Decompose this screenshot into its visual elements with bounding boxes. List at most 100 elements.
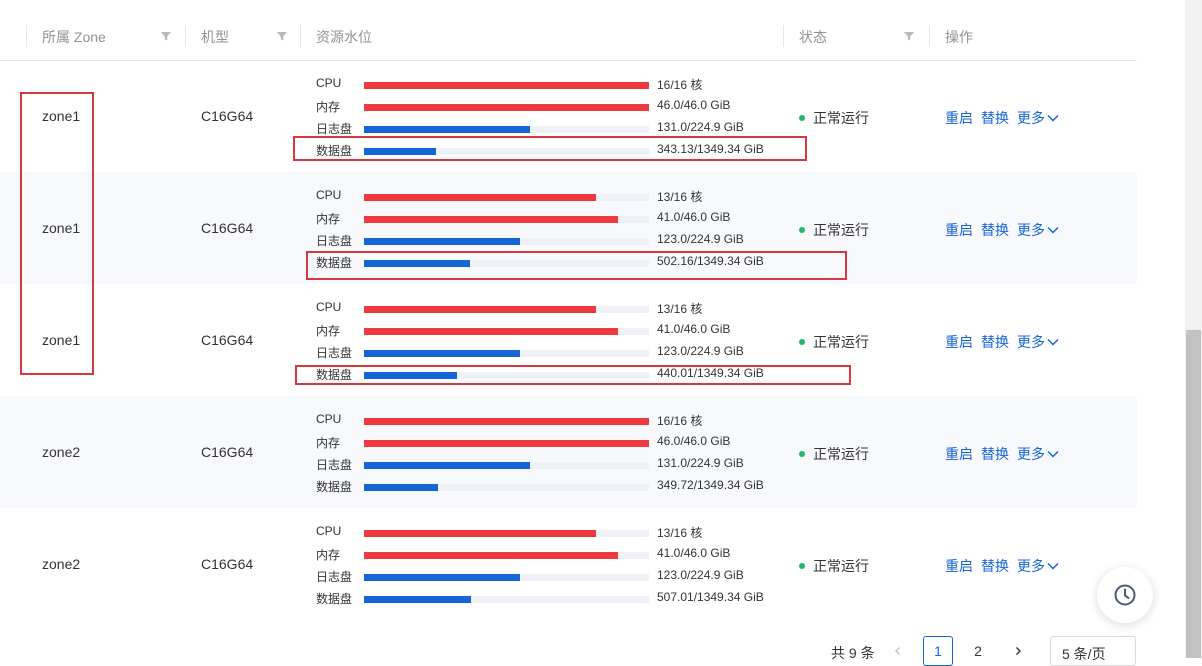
- usage-bar-track: [364, 350, 649, 357]
- chevron-down-icon: [1047, 226, 1059, 234]
- usage-bar-fill: [364, 194, 596, 201]
- more-dropdown[interactable]: 更多: [1017, 444, 1059, 464]
- restart-link[interactable]: 重启: [945, 444, 973, 464]
- resource-label: 内存: [316, 324, 341, 338]
- model-cell: C16G64: [201, 220, 254, 236]
- restart-link[interactable]: 重启: [945, 332, 973, 352]
- status-text: 正常运行: [813, 446, 869, 462]
- resource-label: 日志盘: [316, 570, 353, 584]
- usage-bar-fill: [364, 238, 520, 245]
- resource-line: 日志盘 123.0/224.9 GiB: [316, 566, 776, 586]
- resource-value: 13/16 核: [657, 190, 703, 204]
- usage-bar-fill: [364, 418, 649, 425]
- column-header-status-label: 状态: [799, 28, 827, 45]
- model-cell: C16G64: [201, 556, 254, 572]
- more-dropdown-label: 更多: [1017, 334, 1045, 350]
- scrollbar-thumb[interactable]: [1186, 330, 1201, 658]
- actions-cell: 重启 替换 更多: [945, 444, 1067, 464]
- usage-bar-track: [364, 82, 649, 89]
- restart-link[interactable]: 重启: [945, 108, 973, 128]
- usage-bar-track: [364, 596, 649, 603]
- more-dropdown[interactable]: 更多: [1017, 556, 1059, 576]
- pagination-next-button[interactable]: [1003, 636, 1033, 666]
- usage-bar-fill: [364, 216, 618, 223]
- usage-bar-track: [364, 328, 649, 335]
- resource-line: CPU 13/16 核: [316, 186, 776, 206]
- status-cell: 正常运行: [799, 556, 869, 576]
- resource-line: CPU 13/16 核: [316, 522, 776, 542]
- restart-link[interactable]: 重启: [945, 556, 973, 576]
- resource-label: 内存: [316, 212, 341, 226]
- filter-icon[interactable]: [160, 30, 172, 42]
- restart-link[interactable]: 重启: [945, 220, 973, 240]
- more-dropdown[interactable]: 更多: [1017, 220, 1059, 240]
- resource-label: 数据盘: [316, 592, 353, 606]
- status-dot-icon: [799, 115, 805, 121]
- replace-link[interactable]: 替换: [981, 108, 1009, 128]
- more-dropdown-label: 更多: [1017, 110, 1045, 126]
- replace-link-label: 替换: [981, 558, 1009, 574]
- replace-link[interactable]: 替换: [981, 556, 1009, 576]
- column-divider: [783, 25, 784, 47]
- replace-link[interactable]: 替换: [981, 332, 1009, 352]
- resource-label: 数据盘: [316, 480, 353, 494]
- resource-value: 46.0/46.0 GiB: [657, 434, 731, 448]
- replace-link[interactable]: 替换: [981, 444, 1009, 464]
- resource-label: 内存: [316, 436, 341, 450]
- status-dot-icon: [799, 339, 805, 345]
- usage-bar-fill: [364, 484, 438, 491]
- resource-label: CPU: [316, 300, 342, 314]
- usage-bar-track: [364, 194, 649, 201]
- resource-line: 日志盘 131.0/224.9 GiB: [316, 454, 776, 474]
- chevron-down-icon: [1047, 338, 1059, 346]
- restart-link-label: 重启: [945, 558, 973, 574]
- chevron-down-icon: [1047, 562, 1059, 570]
- status-text: 正常运行: [813, 334, 869, 350]
- resource-line: CPU 13/16 核: [316, 298, 776, 318]
- pagination-page-1[interactable]: 1: [923, 636, 953, 666]
- model-cell: C16G64: [201, 108, 254, 124]
- resource-value: 46.0/46.0 GiB: [657, 98, 731, 112]
- filter-icon[interactable]: [276, 30, 288, 42]
- column-header-actions-label: 操作: [945, 28, 973, 45]
- actions-cell: 重启 替换 更多: [945, 220, 1067, 240]
- replace-link[interactable]: 替换: [981, 220, 1009, 240]
- chevron-down-icon: [1047, 450, 1059, 458]
- resource-label: 日志盘: [316, 122, 353, 136]
- resource-value: 41.0/46.0 GiB: [657, 322, 731, 336]
- restart-link-label: 重启: [945, 334, 973, 350]
- replace-link-label: 替换: [981, 446, 1009, 462]
- resource-value: 16/16 核: [657, 414, 703, 428]
- pagination-page-2[interactable]: 2: [963, 636, 993, 666]
- resource-line: 日志盘 123.0/224.9 GiB: [316, 342, 776, 362]
- table-row: zone2 C16G64 CPU 13/16 核内存 41.0/46.0 GiB 日志盘 1…: [0, 508, 1137, 620]
- resource-value: 131.0/224.9 GiB: [657, 456, 744, 470]
- resource-line: 数据盘 507.01/1349.34 GiB: [316, 588, 776, 608]
- restart-link-label: 重启: [945, 446, 973, 462]
- more-dropdown[interactable]: 更多: [1017, 332, 1059, 352]
- column-header-resource-label: 资源水位: [316, 28, 372, 45]
- status-cell: 正常运行: [799, 108, 869, 128]
- usage-bar-track: [364, 530, 649, 537]
- usage-bar-fill: [364, 306, 596, 313]
- chevron-left-icon: [895, 647, 900, 655]
- model-cell: C16G64: [201, 444, 254, 460]
- page-size-select[interactable]: 5 条/页: [1050, 636, 1136, 666]
- usage-bar-fill: [364, 126, 530, 133]
- resource-label: CPU: [316, 188, 342, 202]
- resource-value: 123.0/224.9 GiB: [657, 344, 744, 358]
- usage-bar-fill: [364, 462, 530, 469]
- resource-value: 16/16 核: [657, 78, 703, 92]
- usage-bar-fill: [364, 530, 596, 537]
- usage-bar-fill: [364, 104, 649, 111]
- usage-bar-fill: [364, 82, 649, 89]
- pagination-prev-button[interactable]: [883, 636, 913, 666]
- resource-value: 507.01/1349.34 GiB: [657, 590, 764, 604]
- column-divider: [185, 25, 186, 47]
- filter-icon[interactable]: [903, 30, 915, 42]
- status-cell: 正常运行: [799, 444, 869, 464]
- more-dropdown[interactable]: 更多: [1017, 108, 1059, 128]
- resource-line: 内存 41.0/46.0 GiB: [316, 320, 776, 340]
- resource-line: 日志盘 123.0/224.9 GiB: [316, 230, 776, 250]
- history-button[interactable]: [1097, 567, 1153, 623]
